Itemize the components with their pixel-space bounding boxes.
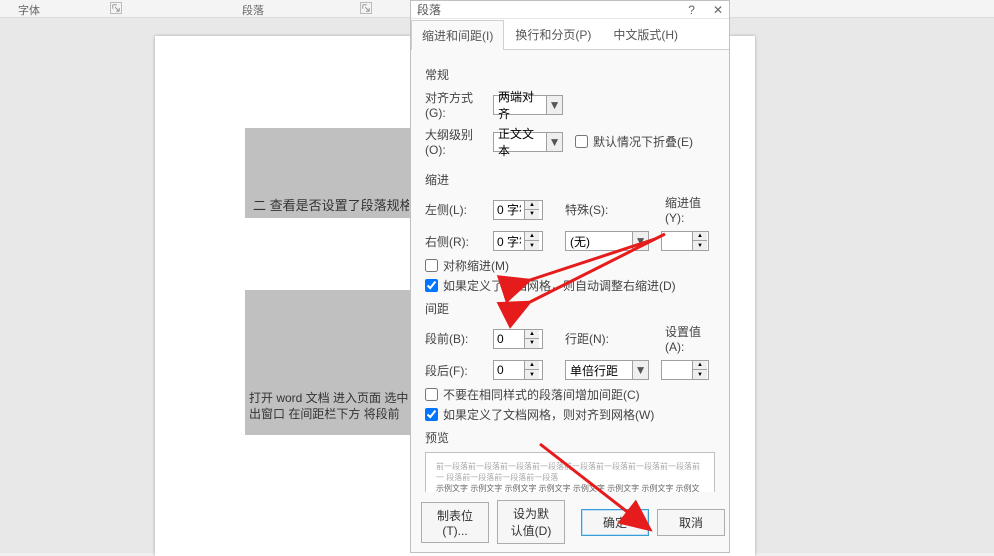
left-indent-spinner[interactable]: ▲▼ — [493, 200, 543, 220]
ribbon-group-font-label: 字体 — [18, 2, 40, 18]
preview-grey-before: 前一段落前一段落前一段落前一段落前一段落前一段落前一段落前一段落前一 段落前一段… — [436, 461, 704, 483]
spin-up-icon[interactable]: ▲ — [525, 361, 539, 370]
line-spacing-value: 单倍行距 — [566, 362, 632, 379]
space-after-label: 段后(F): — [425, 362, 487, 379]
snap-grid-label: 如果定义了文档网格，则对齐到网格(W) — [443, 406, 654, 423]
special-label: 特殊(S): — [565, 201, 615, 218]
at-spinner[interactable]: ▲▼ — [661, 360, 709, 380]
spin-up-icon[interactable]: ▲ — [525, 232, 539, 241]
spin-down-icon[interactable]: ▼ — [525, 241, 539, 250]
dialog-title: 段落 — [417, 1, 441, 18]
preview-box: 前一段落前一段落前一段落前一段落前一段落前一段落前一段落前一段落前一 段落前一段… — [425, 452, 715, 492]
font-dialog-launcher-icon[interactable] — [110, 2, 122, 14]
selection-block-top: 二 查看是否设置了段落规格 — [245, 128, 410, 218]
chevron-down-icon: ▼ — [546, 133, 562, 151]
snap-grid-checkbox[interactable] — [425, 408, 438, 421]
collapse-label: 默认情况下折叠(E) — [593, 133, 693, 150]
section-spacing: 间距 — [425, 300, 715, 317]
snap-grid-row[interactable]: 如果定义了文档网格，则对齐到网格(W) — [425, 406, 715, 423]
section-general: 常规 — [425, 66, 715, 83]
doc-text-mid1: 打开 word 文档 进入页面 选中 — [249, 390, 406, 406]
paragraph-dialog: 段落 ? ✕ 缩进和间距(I) 换行和分页(P) 中文版式(H) 常规 对齐方式… — [410, 0, 730, 553]
mirror-indent-checkbox[interactable] — [425, 259, 438, 272]
collapse-checkbox-row[interactable]: 默认情况下折叠(E) — [575, 133, 693, 150]
space-before-label: 段前(B): — [425, 330, 487, 347]
alignment-value: 两端对齐 — [494, 88, 546, 122]
set-default-button[interactable]: 设为默认值(D) — [497, 500, 565, 544]
spin-up-icon[interactable]: ▲ — [525, 201, 539, 210]
space-before-spinner[interactable]: ▲▼ — [493, 329, 543, 349]
no-space-same-style-label: 不要在相同样式的段落间增加间距(C) — [443, 386, 640, 403]
spin-down-icon[interactable]: ▼ — [693, 370, 707, 379]
space-after-spinner[interactable]: ▲▼ — [493, 360, 543, 380]
right-indent-label: 右侧(R): — [425, 233, 487, 250]
left-indent-label: 左侧(L): — [425, 201, 487, 218]
right-indent-input[interactable] — [494, 234, 524, 248]
indent-by-spinner[interactable]: ▲▼ — [661, 231, 709, 251]
dialog-footer: 制表位(T)... 设为默认值(D) 确定 取消 — [411, 492, 729, 552]
space-before-input[interactable] — [494, 332, 524, 346]
spin-up-icon[interactable]: ▲ — [693, 232, 707, 241]
ribbon-group-paragraph-label: 段落 — [242, 2, 264, 18]
right-indent-spinner[interactable]: ▲▼ — [493, 231, 543, 251]
spin-down-icon[interactable]: ▼ — [525, 370, 539, 379]
chevron-down-icon: ▼ — [632, 361, 648, 379]
doc-text-mid2: 出窗口 在间距栏下方 将段前 — [249, 406, 406, 422]
left-indent-input[interactable] — [494, 203, 524, 217]
collapse-checkbox[interactable] — [575, 135, 588, 148]
dialog-body: 常规 对齐方式(G): 两端对齐 ▼ 大纲级别(O): 正文文本 ▼ 默认情况下… — [411, 50, 729, 492]
indent-by-input[interactable] — [662, 234, 692, 248]
alignment-label: 对齐方式(G): — [425, 89, 487, 120]
dialog-titlebar: 段落 ? ✕ — [411, 1, 729, 19]
no-space-same-style-row[interactable]: 不要在相同样式的段落间增加间距(C) — [425, 386, 715, 403]
spin-up-icon[interactable]: ▲ — [525, 330, 539, 339]
dialog-tabs: 缩进和间距(I) 换行和分页(P) 中文版式(H) — [411, 19, 729, 50]
outline-combo[interactable]: 正文文本 ▼ — [493, 132, 563, 152]
selection-block-mid: 打开 word 文档 进入页面 选中 出窗口 在间距栏下方 将段前 — [245, 290, 410, 435]
line-spacing-label: 行距(N): — [565, 330, 615, 347]
grid-indent-label: 如果定义了文档网格，则自动调整右缩进(D) — [443, 277, 676, 294]
mirror-indent-row[interactable]: 对称缩进(M) — [425, 257, 715, 274]
tab-line-page-breaks[interactable]: 换行和分页(P) — [504, 19, 602, 49]
chevron-down-icon: ▼ — [546, 96, 562, 114]
doc-text-top: 二 查看是否设置了段落规格 — [249, 195, 409, 214]
alignment-combo[interactable]: 两端对齐 ▼ — [493, 95, 563, 115]
outline-label: 大纲级别(O): — [425, 126, 487, 157]
ok-button[interactable]: 确定 — [581, 509, 649, 536]
chevron-down-icon: ▼ — [632, 232, 648, 250]
close-icon[interactable]: ✕ — [713, 3, 723, 17]
grid-indent-row[interactable]: 如果定义了文档网格，则自动调整右缩进(D) — [425, 277, 715, 294]
paragraph-dialog-launcher-icon[interactable] — [360, 2, 372, 14]
no-space-same-style-checkbox[interactable] — [425, 388, 438, 401]
special-combo[interactable]: (无) ▼ — [565, 231, 649, 251]
spin-down-icon[interactable]: ▼ — [693, 241, 707, 250]
tabs-button[interactable]: 制表位(T)... — [421, 502, 489, 543]
section-preview: 预览 — [425, 429, 715, 446]
grid-indent-checkbox[interactable] — [425, 279, 438, 292]
cancel-button[interactable]: 取消 — [657, 509, 725, 536]
mirror-indent-label: 对称缩进(M) — [443, 257, 509, 274]
preview-sample-text: 示例文字 示例文字 示例文字 示例文字 示例文字 示例文字 示例文字 示例文字 … — [436, 483, 704, 492]
line-spacing-combo[interactable]: 单倍行距 ▼ — [565, 360, 649, 380]
tab-asian-typography[interactable]: 中文版式(H) — [602, 19, 689, 49]
at-input[interactable] — [662, 363, 692, 377]
help-icon[interactable]: ? — [688, 3, 695, 17]
section-indent: 缩进 — [425, 171, 715, 188]
spin-up-icon[interactable]: ▲ — [693, 361, 707, 370]
outline-value: 正文文本 — [494, 125, 546, 159]
at-label: 设置值(A): — [665, 323, 715, 354]
spin-down-icon[interactable]: ▼ — [525, 210, 539, 219]
space-after-input[interactable] — [494, 363, 524, 377]
special-value: (无) — [566, 233, 632, 250]
indent-by-label: 缩进值(Y): — [665, 194, 715, 225]
spin-down-icon[interactable]: ▼ — [525, 339, 539, 348]
tab-indent-spacing[interactable]: 缩进和间距(I) — [411, 20, 504, 50]
